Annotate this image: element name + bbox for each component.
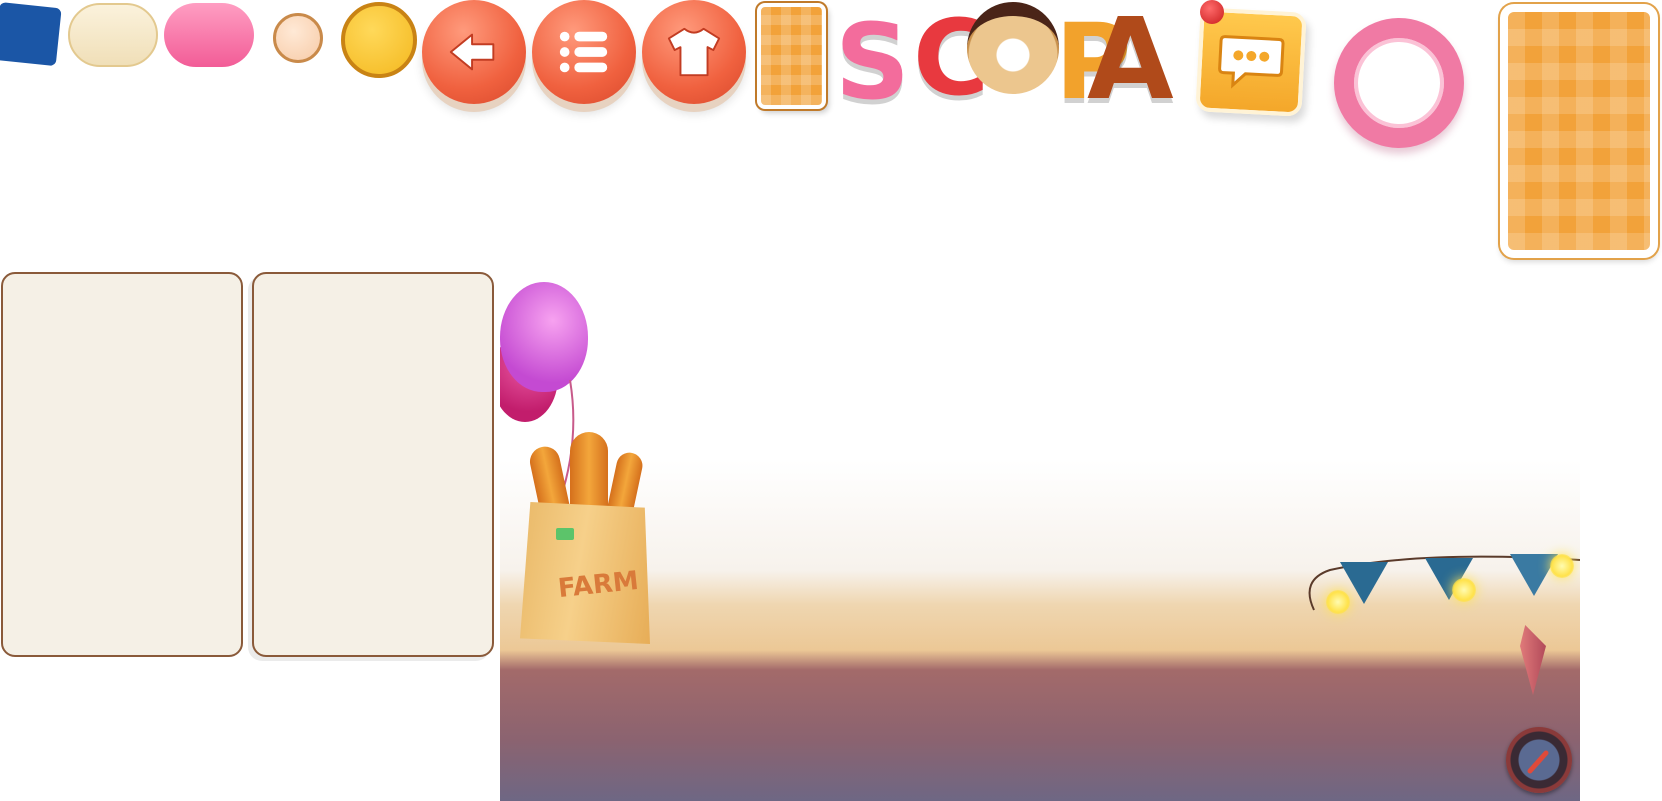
gold-coin-icon [341,2,417,78]
back-button[interactable] [422,0,526,104]
cream-pill-button[interactable] [68,3,158,67]
list-menu-icon [559,31,608,73]
balloon-purple [500,282,588,392]
logo-letter-a: A [1087,0,1174,125]
card-slot-1[interactable] [1,272,243,657]
dial-knob-icon[interactable] [1506,727,1572,793]
menu-button[interactable] [532,0,636,104]
light-bulb [1452,578,1476,602]
crystal-ornament [1520,625,1546,695]
dial-needle [1527,750,1549,774]
blue-card-sprite [0,2,62,67]
logo-letter-s: S [835,1,910,123]
pink-pill-button[interactable] [164,3,254,67]
outfit-button[interactable] [642,0,746,104]
pink-ring-button[interactable] [1334,18,1464,148]
table-scene: FARM [500,270,1580,801]
back-arrow-icon [449,33,495,71]
bunting-lights [1300,540,1580,620]
light-bulb [1326,590,1350,614]
deck-card-back[interactable] [1500,4,1658,258]
scopa-logo: S C P A [835,0,1187,120]
bag-tag [556,528,574,540]
donut-letter-o-icon [967,2,1059,94]
light-bulb [1550,554,1574,578]
red-pin-icon [1200,0,1224,24]
tshirt-icon [667,27,721,77]
chat-bubble-icon [1218,35,1285,89]
peach-dot-sprite [273,13,323,63]
card-slot-2[interactable] [252,272,494,657]
card-back-small [757,3,826,109]
